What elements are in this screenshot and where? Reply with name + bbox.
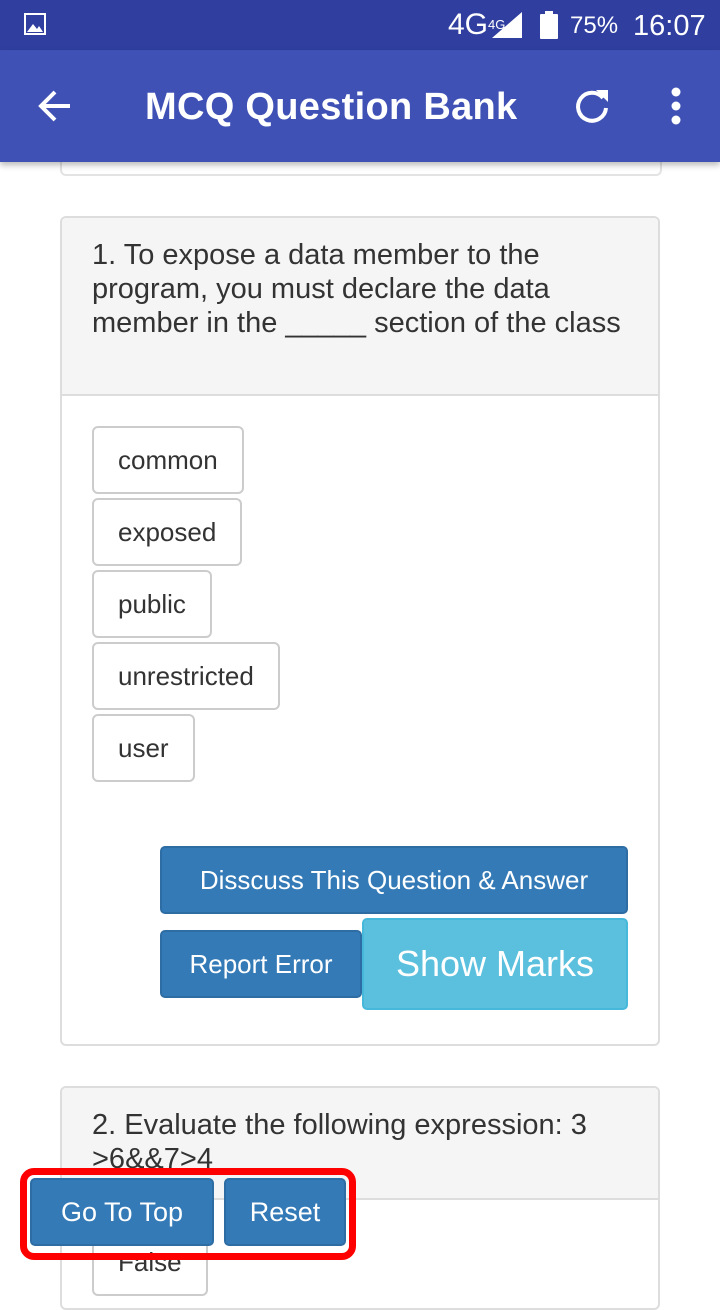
option-user[interactable]: user bbox=[92, 714, 195, 782]
refresh-icon[interactable] bbox=[570, 84, 614, 128]
gallery-icon bbox=[24, 13, 46, 35]
network-label: 4G bbox=[448, 8, 489, 41]
option-exposed[interactable]: exposed bbox=[92, 498, 243, 566]
question-text-1: 1. To expose a data member to the progra… bbox=[62, 218, 658, 396]
reset-button[interactable]: Reset bbox=[224, 1178, 346, 1246]
app-bar: MCQ Question Bank bbox=[0, 50, 720, 162]
question-card-1: 1. To expose a data member to the progra… bbox=[60, 216, 660, 1046]
option-unrestricted[interactable]: unrestricted bbox=[92, 642, 280, 710]
more-vert-icon[interactable] bbox=[658, 84, 694, 128]
page-title: MCQ Question Bank bbox=[145, 86, 518, 128]
status-bar: 4G4G 75% 16:07 bbox=[0, 0, 720, 50]
clock: 16:07 bbox=[633, 10, 706, 42]
option-common[interactable]: common bbox=[92, 426, 244, 494]
show-marks-button[interactable]: Show Marks bbox=[362, 918, 628, 1010]
options-list-1: common exposed public unrestricted user bbox=[92, 426, 280, 786]
option-public[interactable]: public bbox=[92, 570, 212, 638]
back-arrow-icon[interactable] bbox=[34, 84, 78, 128]
report-error-button[interactable]: Report Error bbox=[160, 930, 362, 998]
battery-percentage: 75% bbox=[570, 12, 619, 39]
discuss-button[interactable]: Disscuss This Question & Answer bbox=[160, 846, 628, 914]
battery-icon bbox=[540, 11, 558, 39]
signal-icon bbox=[492, 12, 522, 38]
go-to-top-button[interactable]: Go To Top bbox=[30, 1178, 214, 1246]
